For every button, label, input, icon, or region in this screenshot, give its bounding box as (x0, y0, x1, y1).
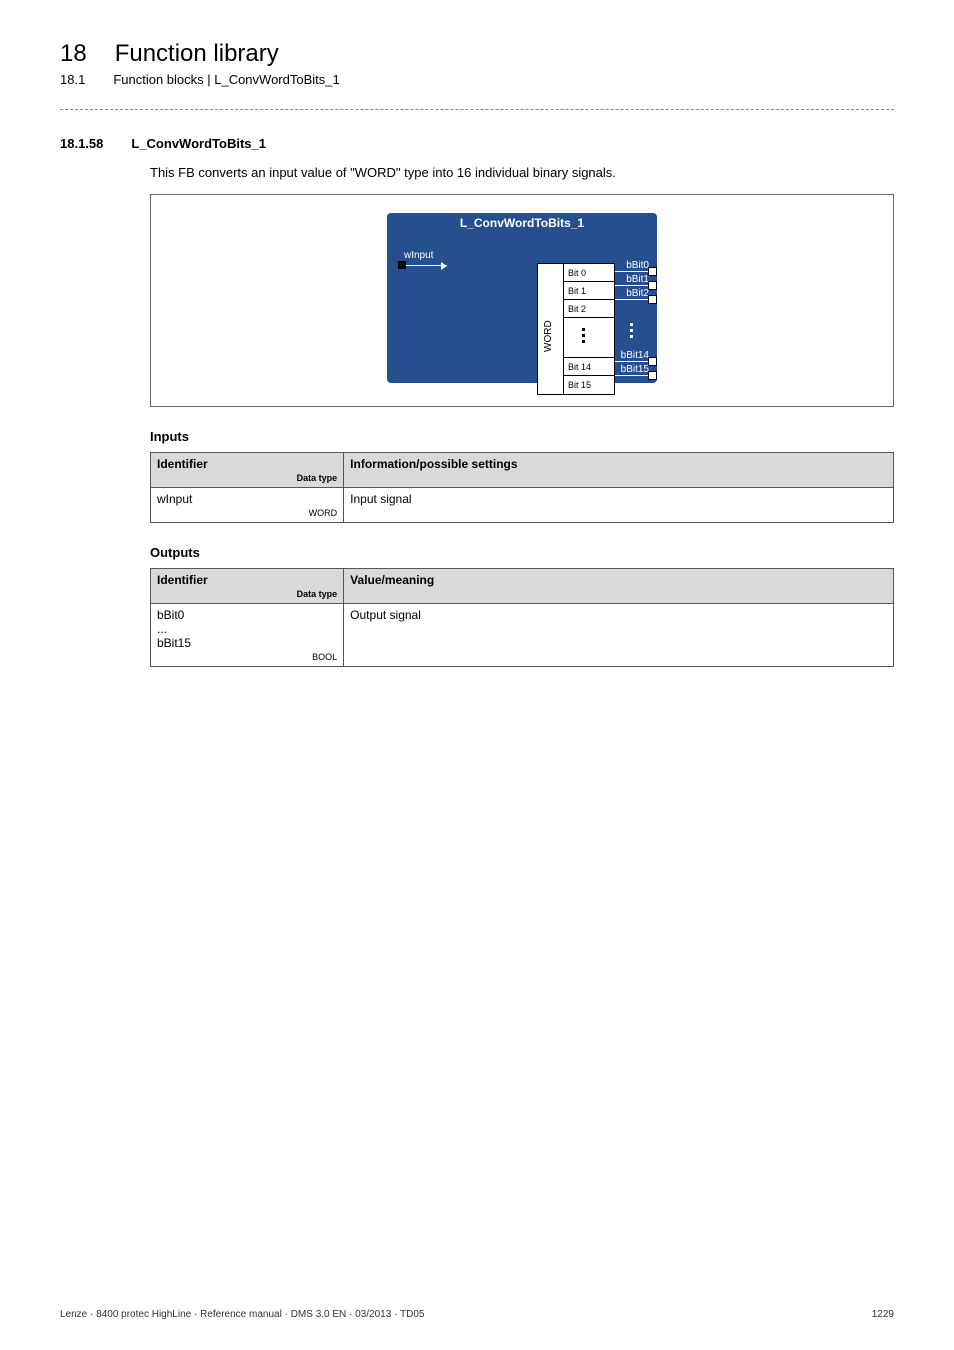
table-row: wInput WORD Input signal (151, 488, 894, 523)
inputs-heading: Inputs (150, 429, 894, 444)
input-port-box (398, 261, 406, 269)
section-description: This FB converts an input value of "WORD… (150, 165, 894, 180)
fb-title: L_ConvWordToBits_1 (387, 213, 657, 233)
output-id-line2: ... (157, 622, 167, 636)
output-wire-2 (615, 299, 648, 300)
outputs-h1-sub: Data type (157, 589, 337, 599)
output-label-14: bBit14 (609, 350, 649, 361)
output-port-0 (648, 267, 657, 276)
inputs-table: Identifier Data type Information/possibl… (150, 452, 894, 523)
output-ellipsis-icon (630, 323, 634, 341)
output-wire-14 (615, 361, 648, 362)
bit-gap (564, 318, 614, 358)
outputs-h2: Value/meaning (344, 569, 894, 604)
inputs-h1: Identifier Data type (151, 453, 344, 488)
function-block-diagram: L_ConvWordToBits_1 wInput WORD Bit 0 (150, 194, 894, 407)
page-footer: Lenze · 8400 protec HighLine · Reference… (60, 1309, 894, 1320)
output-port-1 (648, 281, 657, 290)
footer-page-number: 1229 (872, 1309, 894, 1320)
output-id-line1: bBit0 (157, 608, 184, 622)
input-id: wInput (157, 492, 192, 506)
section-number: 18.1.58 (60, 136, 103, 151)
output-port-14 (648, 357, 657, 366)
outputs-table: Identifier Data type Value/meaning bBit0… (150, 568, 894, 667)
outputs-heading: Outputs (150, 545, 894, 560)
word-label: WORD (543, 320, 554, 352)
footer-left: Lenze · 8400 protec HighLine · Reference… (60, 1309, 424, 1320)
inputs-h1-sub: Data type (157, 473, 337, 483)
output-label-2: bBit2 (609, 288, 649, 299)
inputs-h1-label: Identifier (157, 457, 208, 471)
input-arrow-icon (441, 262, 447, 270)
output-label-0: bBit0 (609, 260, 649, 271)
bit-cell-1: Bit 1 (564, 282, 614, 300)
inner-converter-block: WORD Bit 0 Bit 1 Bit 2 Bit 14 Bit 15 (537, 263, 615, 395)
separator (60, 109, 894, 110)
output-port-2 (648, 295, 657, 304)
chapter-number: 18 (60, 40, 87, 68)
outputs-h1: Identifier Data type (151, 569, 344, 604)
bit-cell-0: Bit 0 (564, 264, 614, 282)
table-row: bBit0 ... bBit15 BOOL Output signal (151, 604, 894, 667)
fb-body: wInput WORD Bit 0 Bit 1 Bit 2 (387, 233, 657, 383)
input-label: wInput (404, 250, 433, 261)
output-wire-15 (615, 375, 648, 376)
output-label-1: bBit1 (609, 274, 649, 285)
output-info: Output signal (344, 604, 894, 667)
chapter-title: Function library (115, 40, 279, 68)
bit-cell-14: Bit 14 (564, 358, 614, 376)
output-id-line3: bBit15 (157, 636, 191, 650)
output-dtype: BOOL (157, 652, 337, 662)
output-wire-1 (615, 285, 648, 286)
input-dtype: WORD (157, 508, 337, 518)
ellipsis-dots-icon (582, 328, 585, 346)
output-label-15: bBit15 (609, 364, 649, 375)
output-port-15 (648, 371, 657, 380)
output-wire-0 (615, 271, 648, 272)
input-info: Input signal (344, 488, 894, 523)
outputs-h1-label: Identifier (157, 573, 208, 587)
bit-cell-2: Bit 2 (564, 300, 614, 318)
section-title: L_ConvWordToBits_1 (131, 136, 266, 151)
page-header: 18 Function library 18.1 Function blocks… (60, 40, 894, 87)
subchapter-title: Function blocks | L_ConvWordToBits_1 (113, 72, 339, 87)
bit-cell-15: Bit 15 (564, 376, 614, 394)
inputs-h2: Information/possible settings (344, 453, 894, 488)
subchapter-number: 18.1 (60, 72, 85, 87)
